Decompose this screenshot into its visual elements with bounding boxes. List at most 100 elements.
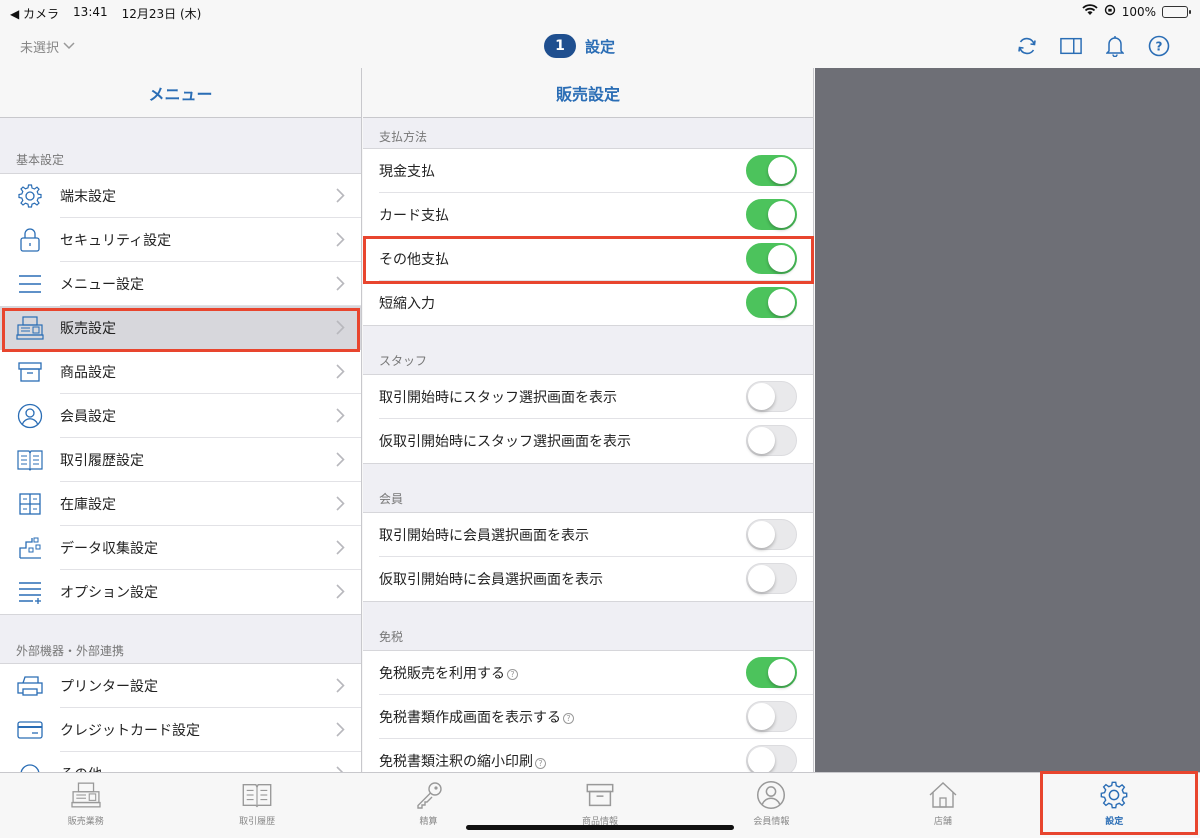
setting-staff-select-on-start: 取引開始時にスタッフ選択画面を表示 <box>363 375 813 419</box>
tab-label: 販売業務 <box>67 817 104 827</box>
group-label-payment: 支払方法 <box>379 130 428 144</box>
help-icon[interactable]: ? <box>507 669 518 680</box>
tax-free-documents-toggle[interactable] <box>746 701 797 732</box>
menu-item-menu[interactable]: メニュー設定 <box>0 262 361 306</box>
member-select-on-start-toggle[interactable] <box>746 519 797 550</box>
menu-item-printer[interactable]: プリンター設定 <box>0 664 361 708</box>
setting-member-select-on-start: 取引開始時に会員選択画面を表示 <box>363 513 813 557</box>
chevron-right-icon <box>336 188 345 207</box>
split-view-icon[interactable] <box>1060 34 1082 58</box>
box-icon <box>0 350 60 394</box>
list-icon <box>0 262 60 306</box>
tab-label: 会員情報 <box>753 817 790 827</box>
tax-free-sales-toggle[interactable] <box>746 657 797 688</box>
chevron-right-icon <box>336 320 345 339</box>
card-icon <box>0 708 60 752</box>
chevron-right-icon <box>336 408 345 427</box>
section-label-basic: 基本設定 <box>16 153 65 167</box>
chevron-right-icon <box>336 364 345 383</box>
battery-percentage: 100% <box>1121 4 1156 19</box>
menu-item-other[interactable]: その他 <box>0 752 361 772</box>
register-icon <box>0 306 60 350</box>
tab-settings[interactable]: 設定 <box>1029 773 1200 838</box>
menu-list-basic: 端末設定 セキュリティ設定 メニュー設定 販売設定 商品設定 会員設定 取引履歴… <box>0 173 361 615</box>
menu-item-security[interactable]: セキュリティ設定 <box>0 218 361 262</box>
status-date: 12月23日 (木) <box>121 7 202 21</box>
bell-icon[interactable] <box>1104 34 1126 58</box>
chevron-right-icon <box>336 276 345 295</box>
menu-item-label: その他 <box>60 752 361 772</box>
menu-item-label: 商品設定 <box>60 350 361 394</box>
data-icon <box>0 526 60 570</box>
menu-item-terminal[interactable]: 端末設定 <box>0 174 361 218</box>
gear-icon <box>1097 779 1131 811</box>
printer-icon <box>0 664 60 708</box>
member-select-on-temp-start-toggle[interactable] <box>746 563 797 594</box>
chevron-right-icon <box>336 232 345 251</box>
book-icon <box>0 438 60 482</box>
home-indicator[interactable] <box>466 825 734 830</box>
other-icon <box>0 752 60 772</box>
menu-panel: メニュー 基本設定 端末設定 セキュリティ設定 メニュー設定 販売設定 商品設定 <box>0 68 362 772</box>
svg-text:?: ? <box>1156 40 1163 54</box>
person-icon <box>0 394 60 438</box>
count-badge: 1 <box>544 34 576 58</box>
menu-item-option[interactable]: オプション設定 <box>0 570 361 614</box>
wifi-icon <box>1082 4 1098 19</box>
setting-tax-free-documents: 免税書類作成画面を表示する? <box>363 695 813 739</box>
book-icon <box>240 779 274 811</box>
orientation-lock-icon <box>1104 4 1116 19</box>
menu-item-history[interactable]: 取引履歴設定 <box>0 438 361 482</box>
menu-item-label: 端末設定 <box>60 174 361 218</box>
help-icon[interactable]: ? <box>1148 34 1170 58</box>
tab-history[interactable]: 取引履歴 <box>171 773 342 838</box>
gear-icon <box>0 174 60 218</box>
chevron-right-icon <box>336 452 345 471</box>
staff-select-on-start-toggle[interactable] <box>746 381 797 412</box>
settings-list-staff: 取引開始時にスタッフ選択画面を表示 仮取引開始時にスタッフ選択画面を表示 <box>363 374 813 464</box>
setting-tax-free-sales: 免税販売を利用する? <box>363 651 813 695</box>
menu-item-credit-card[interactable]: クレジットカード設定 <box>0 708 361 752</box>
menu-item-member[interactable]: 会員設定 <box>0 394 361 438</box>
card-payment-toggle[interactable] <box>746 199 797 230</box>
menu-item-label: 在庫設定 <box>60 482 361 526</box>
status-time: 13:41 <box>73 5 108 19</box>
page-title-text: 設定 <box>585 37 616 56</box>
setting-tax-free-reduced-print: 免税書類注釈の縮小印刷? <box>363 739 813 772</box>
menu-item-label: クレジットカード設定 <box>60 708 361 752</box>
battery-icon <box>1162 5 1191 18</box>
menu-item-data-collection[interactable]: データ収集設定 <box>0 526 361 570</box>
menu-panel-header: メニュー <box>0 68 361 118</box>
selection-dropdown[interactable]: 未選択 <box>20 37 75 56</box>
list-plus-icon <box>0 570 60 614</box>
cash-payment-toggle[interactable] <box>746 155 797 186</box>
setting-cash-payment: 現金支払 <box>363 149 813 193</box>
box-icon <box>583 779 617 811</box>
setting-other-payment: その他支払 <box>363 237 813 281</box>
menu-item-label: メニュー設定 <box>60 262 361 306</box>
status-bar: ◀ カメラ 13:41 12月23日 (木) 100% <box>0 0 1200 24</box>
navigation-bar: 未選択 1 設定 ? <box>0 24 1200 68</box>
setting-card-payment: カード支払 <box>363 193 813 237</box>
help-icon[interactable]: ? <box>535 757 546 769</box>
selection-dropdown-label: 未選択 <box>20 41 60 56</box>
chevron-right-icon <box>336 496 345 515</box>
page-title: 1 設定 <box>544 34 615 58</box>
tax-free-reduced-print-toggle[interactable] <box>746 745 797 772</box>
sales-settings-panel: 販売設定 支払方法 現金支払 カード支払 その他支払 短縮入力 スタッフ 取引開… <box>363 68 814 772</box>
short-input-toggle[interactable] <box>746 287 797 318</box>
back-to-app-link[interactable]: ◀ カメラ <box>10 5 59 22</box>
chevron-right-icon <box>336 540 345 559</box>
staff-select-on-temp-start-toggle[interactable] <box>746 425 797 456</box>
menu-item-sales[interactable]: 販売設定 <box>0 306 361 350</box>
other-payment-toggle[interactable] <box>746 243 797 274</box>
sync-icon[interactable] <box>1016 34 1038 58</box>
menu-item-label: セキュリティ設定 <box>60 218 361 262</box>
menu-item-product[interactable]: 商品設定 <box>0 350 361 394</box>
help-icon[interactable]: ? <box>563 713 574 724</box>
key-icon <box>412 779 446 811</box>
tab-store[interactable]: 店舗 <box>857 773 1028 838</box>
settings-list-tax-free: 免税販売を利用する? 免税書類作成画面を表示する? 免税書類注釈の縮小印刷? <box>363 650 813 772</box>
tab-sales[interactable]: 販売業務 <box>0 773 171 838</box>
menu-item-inventory[interactable]: 在庫設定 <box>0 482 361 526</box>
